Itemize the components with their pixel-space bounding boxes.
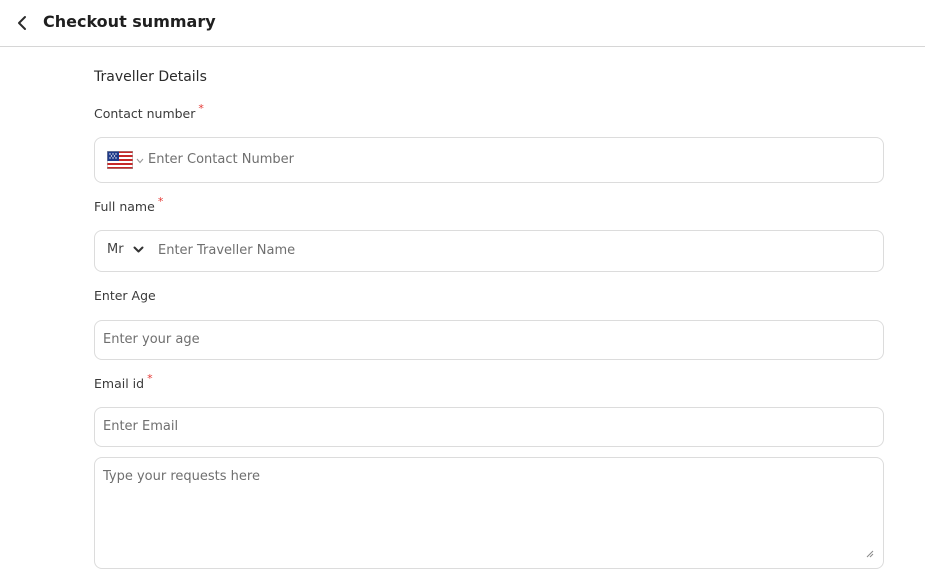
section-title: Traveller Details (94, 69, 207, 85)
page-header: Checkout summary (0, 0, 925, 47)
full-name-label-text: Full name (94, 199, 155, 214)
age-input[interactable]: Enter your age (103, 332, 200, 348)
back-button[interactable] (12, 12, 32, 34)
contact-number-field[interactable]: Enter Contact Number (94, 137, 884, 183)
required-marker: * (198, 102, 204, 115)
email-label: Email id * (94, 372, 153, 393)
email-label-text: Email id (94, 376, 145, 391)
full-name-field[interactable]: Mr Enter Traveller Name (94, 230, 884, 272)
email-field[interactable]: Enter Email (94, 407, 884, 447)
chevron-down-icon[interactable] (136, 158, 144, 164)
resize-handle-icon[interactable] (866, 550, 874, 558)
required-marker: * (157, 195, 164, 208)
page-title: Checkout summary (43, 12, 216, 31)
required-marker: * (147, 372, 153, 385)
us-flag-icon[interactable] (107, 151, 133, 169)
requests-textarea[interactable]: Type your requests here (94, 457, 884, 569)
traveller-name-input[interactable]: Enter Traveller Name (158, 243, 295, 259)
chevron-left-icon (18, 16, 26, 30)
chevron-down-icon[interactable] (133, 246, 144, 254)
contact-number-label: Contact number * (94, 102, 204, 123)
email-input[interactable]: Enter Email (103, 419, 178, 435)
age-label: Enter Age (94, 288, 156, 303)
title-select[interactable]: Mr (107, 242, 124, 258)
contact-number-input[interactable]: Enter Contact Number (148, 152, 294, 168)
full-name-label: Full name * (94, 195, 163, 216)
age-field[interactable]: Enter your age (94, 320, 884, 360)
requests-input[interactable]: Type your requests here (103, 469, 260, 485)
contact-number-label-text: Contact number (94, 106, 196, 121)
